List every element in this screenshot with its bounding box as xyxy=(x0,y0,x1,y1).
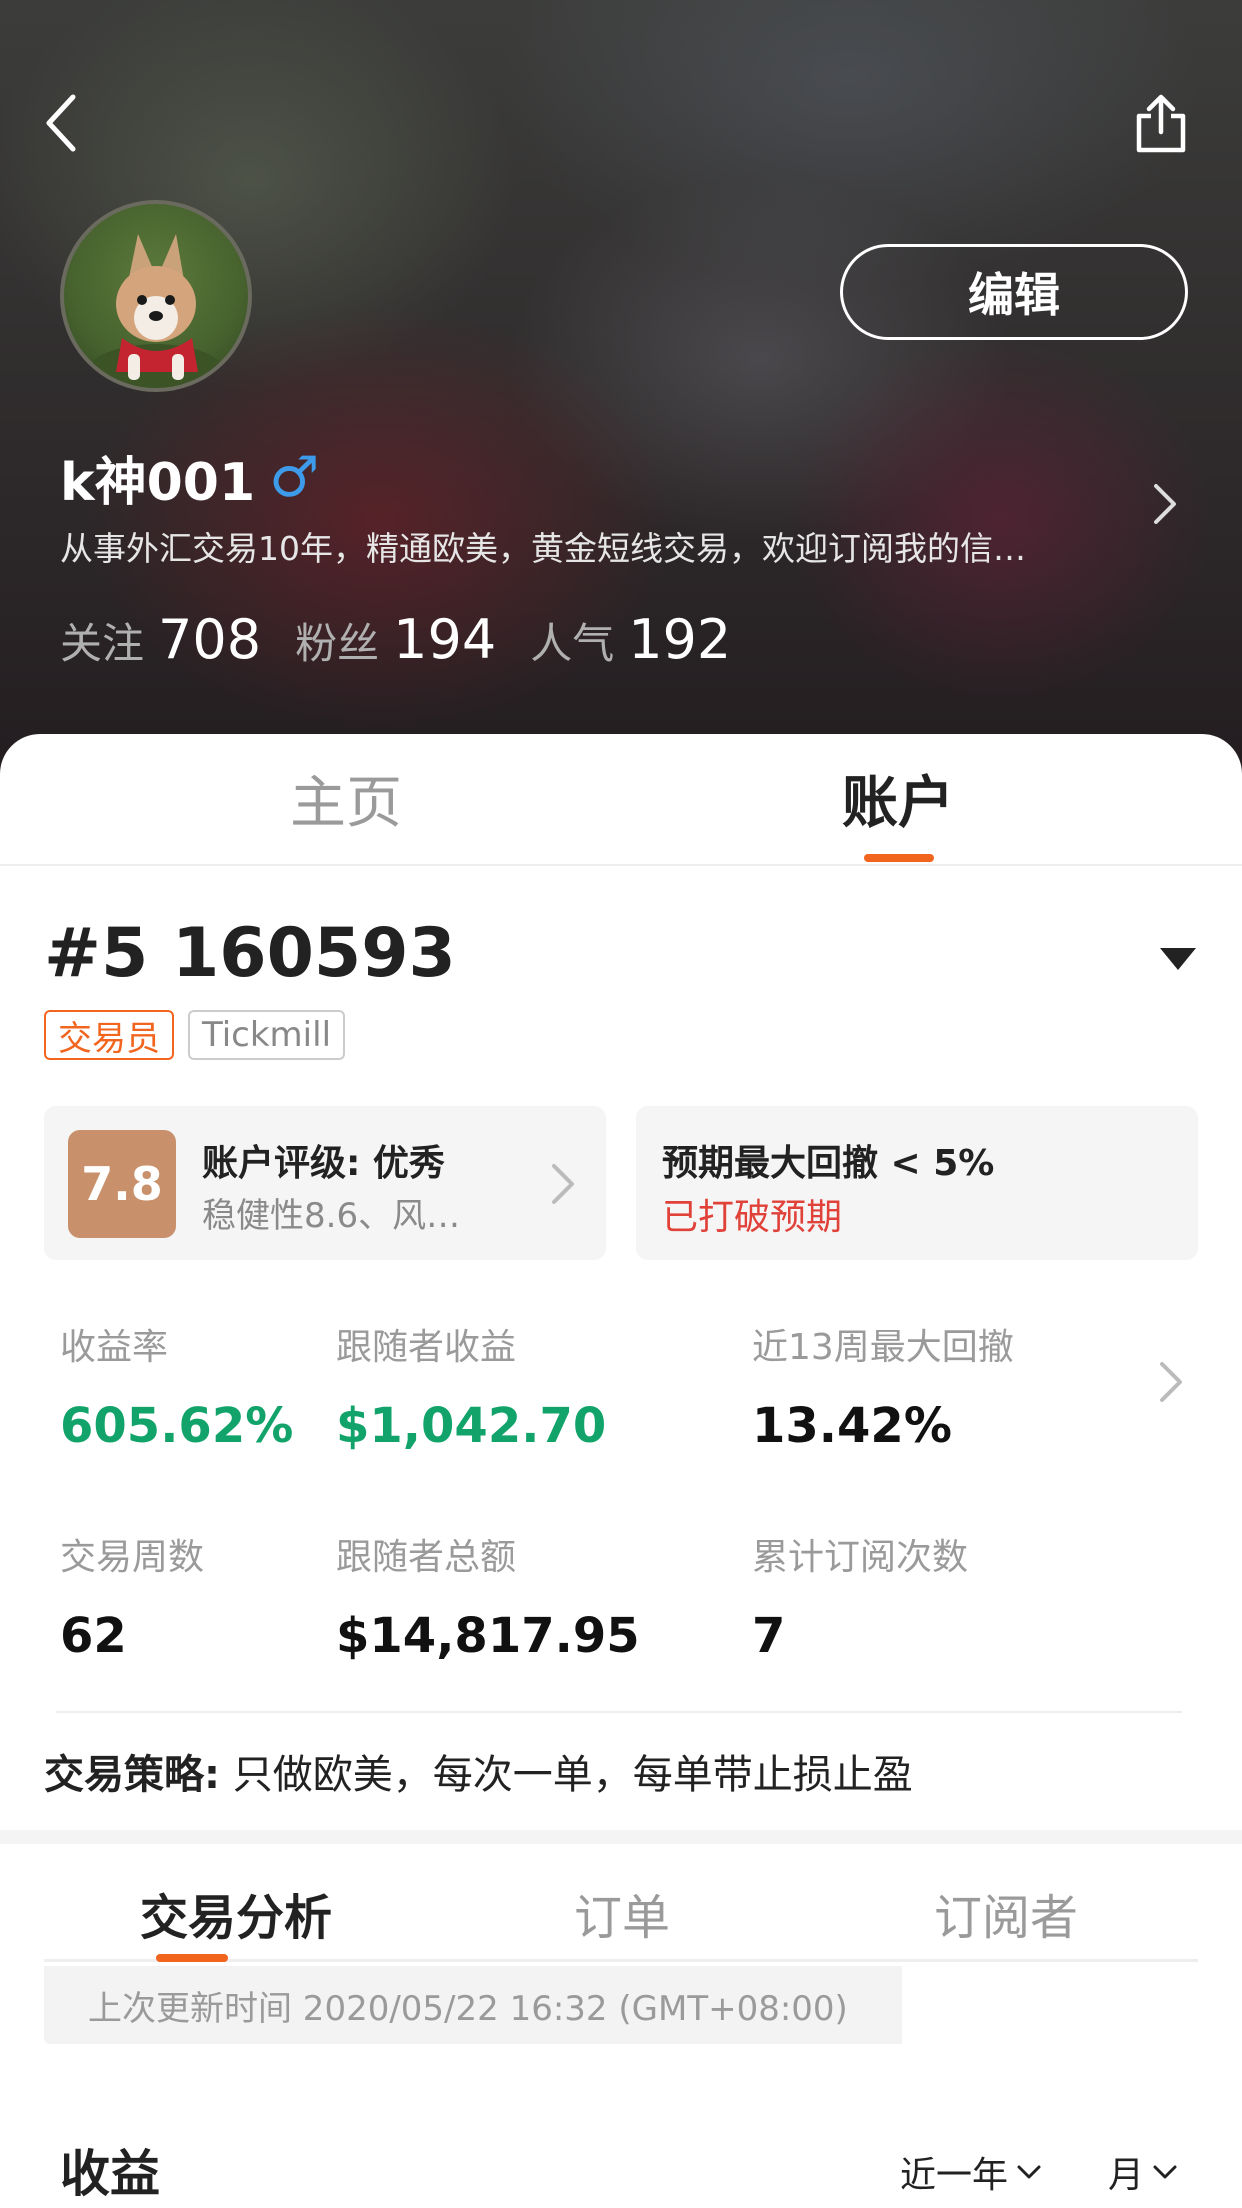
metric-label: 累计订阅次数 xyxy=(752,1537,969,1578)
dog-avatar-image xyxy=(86,234,226,388)
metric-value: $14,817.95 xyxy=(336,1608,640,1664)
metric-subscription-count: 累计订阅次数 7 xyxy=(752,1528,968,1664)
strategy-label: 交易策略: xyxy=(44,1752,220,1798)
period-select[interactable]: 近一年 xyxy=(900,2146,1042,2198)
chevron-left-icon xyxy=(46,94,76,152)
username-text: k神001 xyxy=(60,453,256,513)
chevron-down-icon xyxy=(1017,2165,1041,2179)
metric-value: 13.42% xyxy=(752,1398,952,1454)
tab-trade-analysis[interactable]: 交易分析 xyxy=(140,1878,332,1948)
dropdown-triangle-icon[interactable] xyxy=(1158,946,1198,972)
stat-following[interactable]: 关注 708 xyxy=(60,608,261,671)
unit-select-value: 月 xyxy=(1108,2155,1145,2196)
edit-profile-button[interactable]: 编辑 xyxy=(840,244,1188,340)
main-tabs: 主页 账户 xyxy=(0,734,1242,866)
section-separator xyxy=(0,1830,1242,1844)
chevron-down-icon xyxy=(1153,2165,1177,2179)
metric-label: 收益率 xyxy=(60,1327,169,1368)
stat-value: 708 xyxy=(158,608,262,671)
bio-text[interactable]: 从事外汇交易10年，精通欧美，黄金短线交易，欢迎订阅我的信… xyxy=(60,522,1120,570)
metric-trading-weeks: 交易周数 62 xyxy=(60,1528,204,1664)
stat-label: 关注 xyxy=(60,619,145,668)
share-icon xyxy=(1136,94,1186,153)
share-button[interactable] xyxy=(1128,88,1194,158)
earnings-title: 收益 xyxy=(60,2145,160,2203)
tab-home[interactable]: 主页 xyxy=(290,758,402,839)
unit-select[interactable]: 月 xyxy=(1108,2146,1178,2198)
role-tag: 交易员 xyxy=(44,1010,174,1060)
drawdown-status: 已打破预期 xyxy=(662,1197,843,1238)
strategy-text: 只做欧美，每次一单，每单带止损止盈 xyxy=(232,1752,913,1798)
metric-return-rate: 收益率 605.62% xyxy=(60,1318,293,1454)
metric-label: 跟随者收益 xyxy=(336,1327,517,1368)
rating-title: 账户评级: 优秀 xyxy=(202,1143,445,1184)
chevron-right-icon xyxy=(552,1164,574,1204)
metric-follower-profit: 跟随者收益 $1,042.70 xyxy=(336,1318,606,1454)
metric-follower-total: 跟随者总额 $14,817.95 xyxy=(336,1528,640,1664)
stat-label: 粉丝 xyxy=(295,619,380,668)
metric-label: 交易周数 xyxy=(60,1537,205,1578)
metric-value: 62 xyxy=(60,1608,127,1664)
metric-value: $1,042.70 xyxy=(336,1398,607,1454)
profile-stats: 关注 708 粉丝 194 人气 192 xyxy=(60,608,731,671)
active-tab-indicator xyxy=(864,854,934,862)
rating-subtitle: 稳健性8.6、风… xyxy=(202,1196,461,1236)
chevron-right-icon[interactable] xyxy=(1156,1356,1186,1408)
drawdown-title: 预期最大回撤 < 5% xyxy=(662,1143,995,1184)
stat-followers[interactable]: 粉丝 194 xyxy=(295,608,496,671)
metric-max-drawdown-13w[interactable]: 近13周最大回撤 13.42% xyxy=(752,1318,1014,1454)
active-subtab-indicator xyxy=(156,1954,228,1962)
stat-value: 194 xyxy=(393,608,497,671)
account-tags: 交易员 Tickmill xyxy=(44,1010,346,1060)
stat-label: 人气 xyxy=(530,619,615,668)
avatar[interactable] xyxy=(60,200,252,392)
username: k神001 ♂ xyxy=(60,440,319,515)
male-icon: ♂ xyxy=(269,445,320,510)
tab-account[interactable]: 账户 xyxy=(842,758,954,839)
metric-value: 605.62% xyxy=(60,1398,294,1454)
account-number: #5 160593 xyxy=(44,914,456,993)
max-drawdown-panel: 预期最大回撤 < 5% 已打破预期 xyxy=(636,1106,1198,1260)
content-card: 主页 账户 #5 160593 交易员 Tickmill 7.8 账户评级: 优… xyxy=(0,734,1242,2208)
tab-orders[interactable]: 订单 xyxy=(574,1878,670,1948)
profile-header: 编辑 k神001 ♂ 从事外汇交易10年，精通欧美，黄金短线交易，欢迎订阅我的信… xyxy=(0,0,1242,780)
rating-score-badge: 7.8 xyxy=(68,1130,176,1238)
broker-tag: Tickmill xyxy=(188,1010,346,1060)
divider xyxy=(56,1711,1182,1713)
stat-value: 192 xyxy=(628,608,732,671)
tab-subscribers[interactable]: 订阅者 xyxy=(934,1878,1078,1948)
period-select-value: 近一年 xyxy=(900,2155,1009,2196)
metric-value: 7 xyxy=(752,1608,786,1664)
stat-popularity[interactable]: 人气 192 xyxy=(530,608,731,671)
metric-label: 近13周最大回撤 xyxy=(752,1327,1014,1368)
last-updated: 上次更新时间 2020/05/22 16:32 (GMT+08:00) xyxy=(44,1966,902,2044)
back-button[interactable] xyxy=(36,88,86,158)
account-rating-panel[interactable]: 7.8 账户评级: 优秀 稳健性8.6、风… xyxy=(44,1106,606,1260)
trading-strategy: 交易策略: 只做欧美，每次一单，每单带止损止盈 xyxy=(44,1742,913,1800)
chevron-right-icon[interactable] xyxy=(1150,478,1180,530)
metric-label: 跟随者总额 xyxy=(336,1537,517,1578)
analysis-tabs: 交易分析 订单 订阅者 xyxy=(44,1844,1198,1962)
